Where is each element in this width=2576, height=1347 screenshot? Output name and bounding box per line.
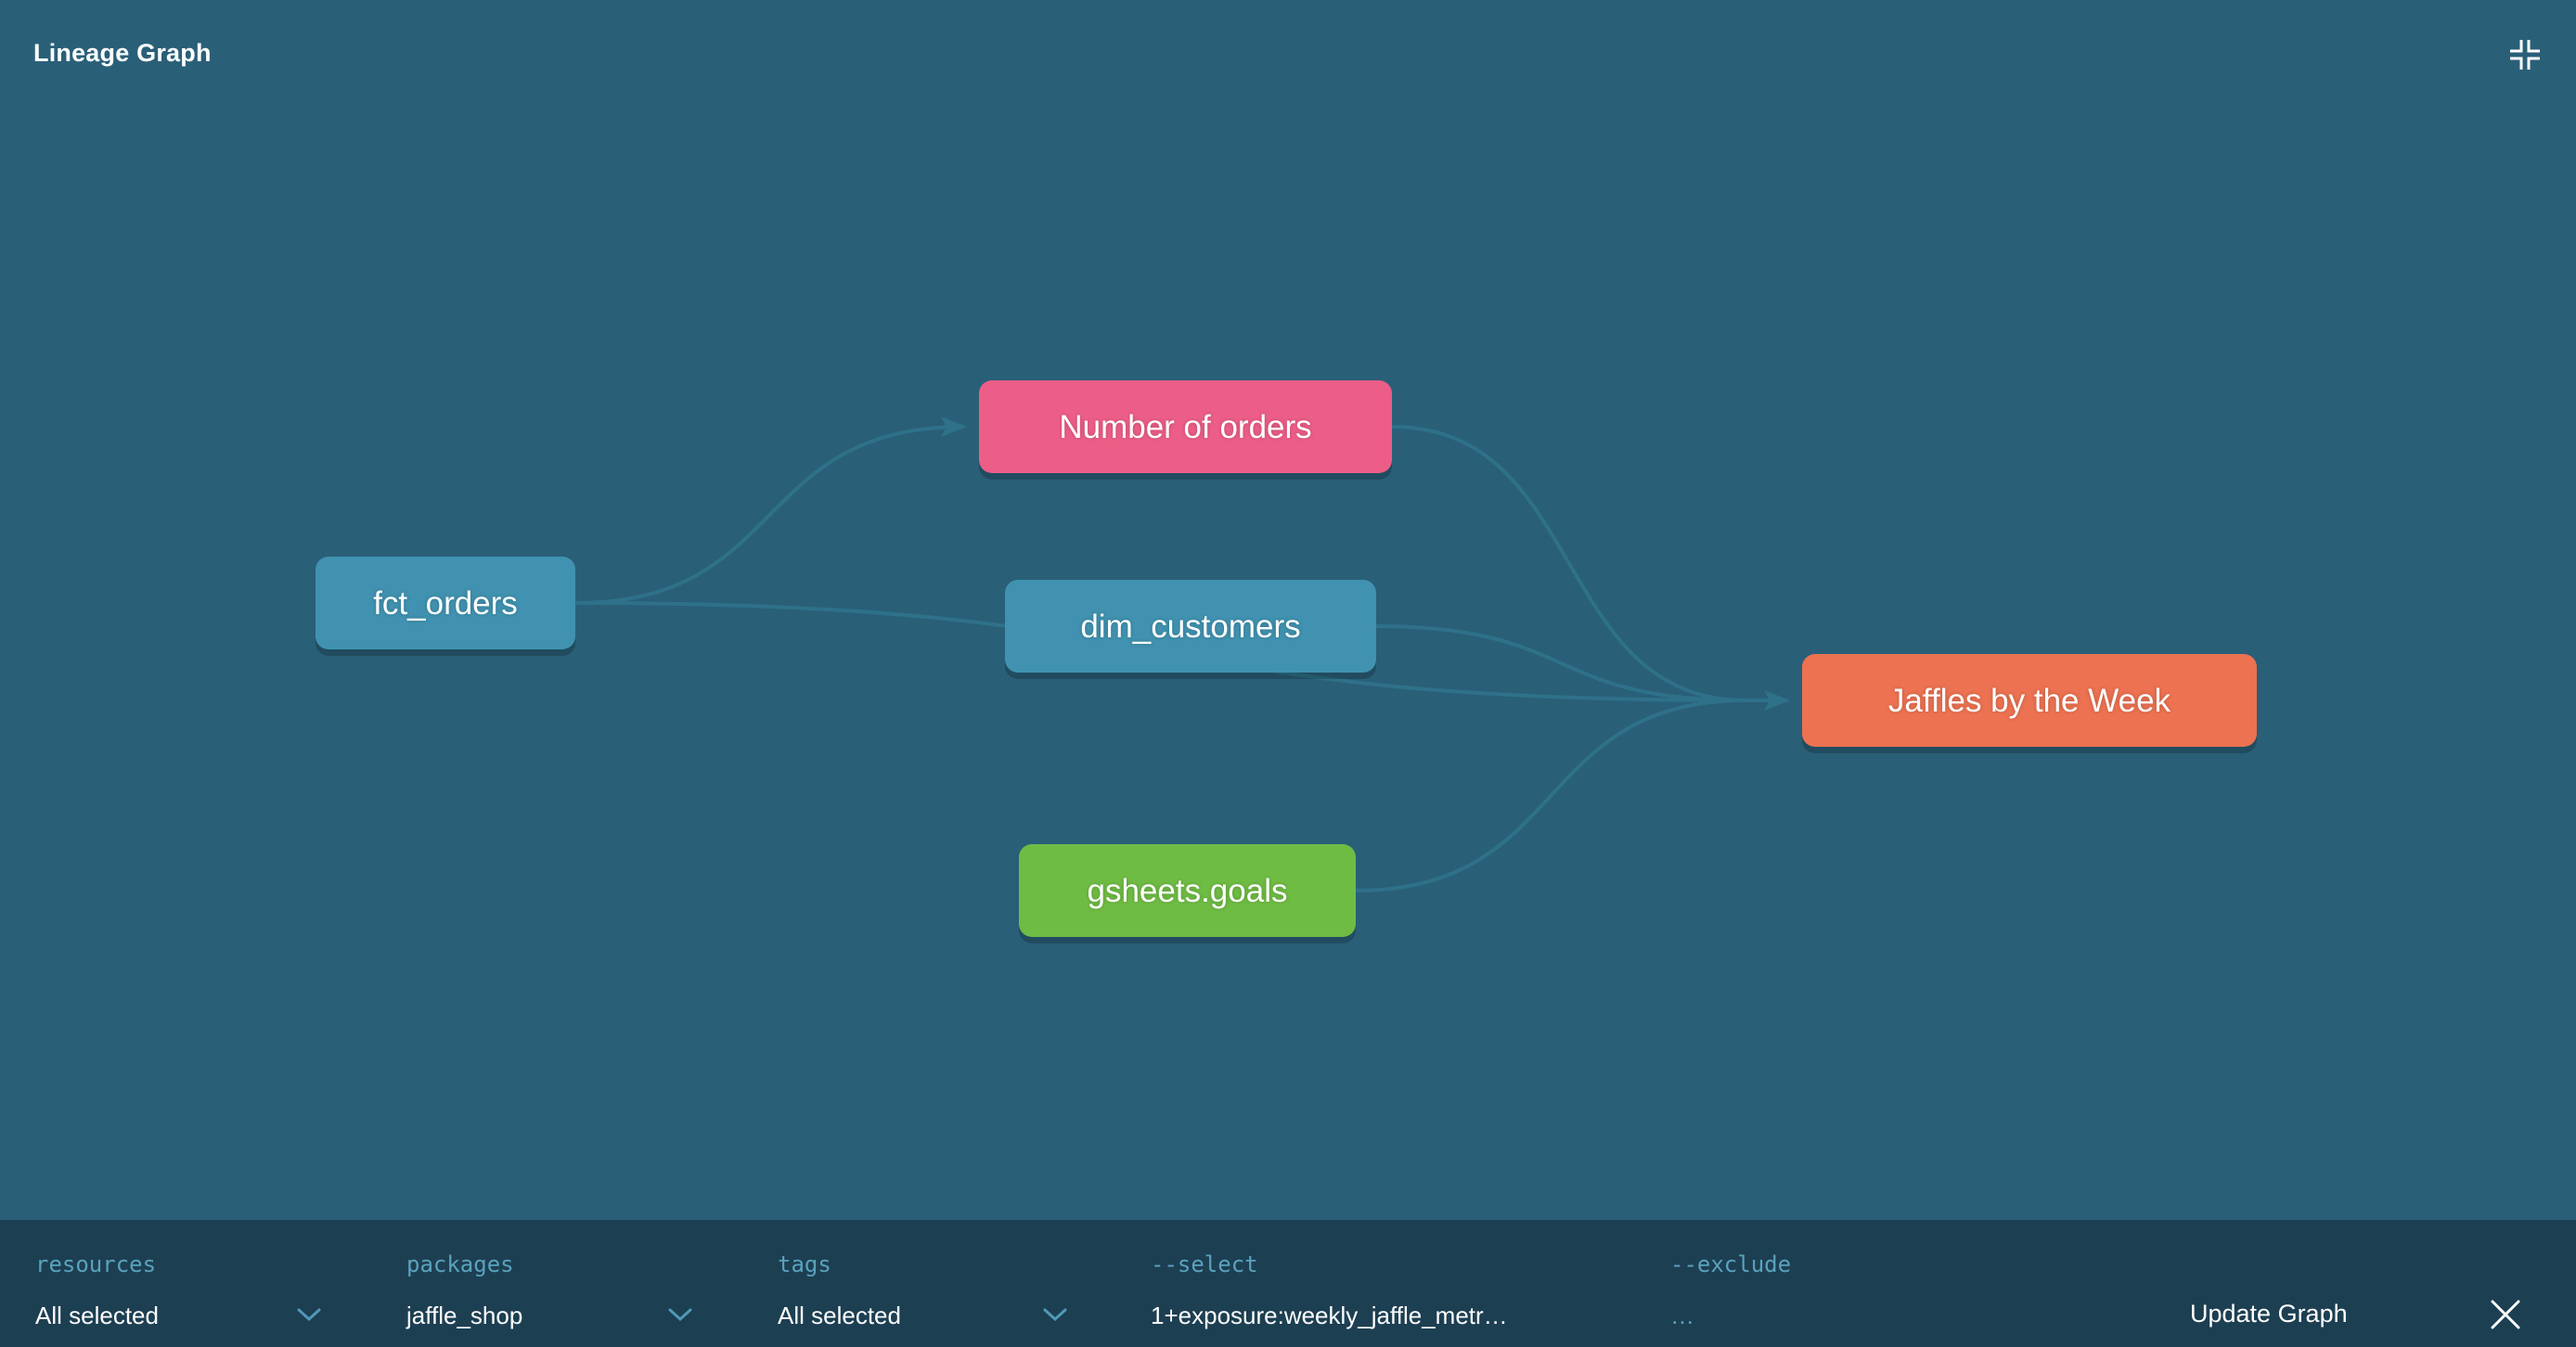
collapse-fullscreen-icon[interactable] bbox=[2505, 35, 2544, 74]
chevron-down-icon-packages[interactable] bbox=[666, 1305, 694, 1324]
graph-node-label: gsheets.goals bbox=[1087, 872, 1288, 909]
graph-canvas[interactable]: fct_orders Number of orders dim_customersg… bbox=[0, 102, 2576, 1220]
graph-controls-toolbar: resources All selected packages jaffle_shop… bbox=[0, 1220, 2576, 1347]
panel-header: Lineage Graph bbox=[0, 0, 2576, 102]
graph-edge-fct_orders-to-number_of_orders bbox=[574, 416, 967, 605]
toolbar-value-resources[interactable]: All selected bbox=[35, 1302, 159, 1330]
page-title: Lineage Graph bbox=[33, 39, 212, 67]
toolbar-label-tags: tags bbox=[778, 1251, 831, 1277]
graph-edge-number_of_orders-to-jaffles_by_week bbox=[1391, 425, 1747, 702]
graph-node-label: Number of orders bbox=[1059, 408, 1312, 445]
lineage-graph-panel: Lineage Graph fct_orders Number of orders… bbox=[0, 0, 2576, 1347]
graph-node-label: fct_orders bbox=[373, 584, 518, 622]
update-graph-button[interactable]: Update Graph bbox=[2190, 1300, 2348, 1328]
toolbar-value-select[interactable]: 1+exposure:weekly_jaffle_metr… bbox=[1151, 1302, 1508, 1330]
graph-node-label: Jaffles by the Week bbox=[1887, 682, 2171, 719]
graph-node-gsheets_goals[interactable]: gsheets.goals bbox=[1019, 844, 1356, 937]
chevron-down-icon-resources[interactable] bbox=[295, 1305, 323, 1324]
graph-node-jaffles_by_week[interactable]: Jaffles by the Week bbox=[1802, 654, 2257, 747]
graph-node-dim_customers[interactable]: dim_customers bbox=[1005, 580, 1376, 673]
toolbar-label-select: --select bbox=[1151, 1251, 1258, 1277]
toolbar-value-tags[interactable]: All selected bbox=[778, 1302, 901, 1330]
graph-edge-gsheets_goals-to-jaffles_by_week bbox=[1355, 699, 1747, 892]
toolbar-value-packages[interactable]: jaffle_shop bbox=[406, 1302, 522, 1330]
toolbar-value-exclude[interactable]: … bbox=[1670, 1302, 1694, 1330]
graph-node-label: dim_customers bbox=[1080, 608, 1301, 645]
chevron-down-icon-tags[interactable] bbox=[1041, 1305, 1069, 1324]
toolbar-label-packages: packages bbox=[406, 1251, 514, 1277]
toolbar-label-resources: resources bbox=[35, 1251, 157, 1277]
toolbar-label-exclude: --exclude bbox=[1670, 1251, 1792, 1277]
graph-node-number_of_orders[interactable]: Number of orders bbox=[979, 380, 1392, 473]
graph-node-fct_orders[interactable]: fct_orders bbox=[316, 557, 575, 649]
close-icon[interactable] bbox=[2487, 1296, 2524, 1333]
